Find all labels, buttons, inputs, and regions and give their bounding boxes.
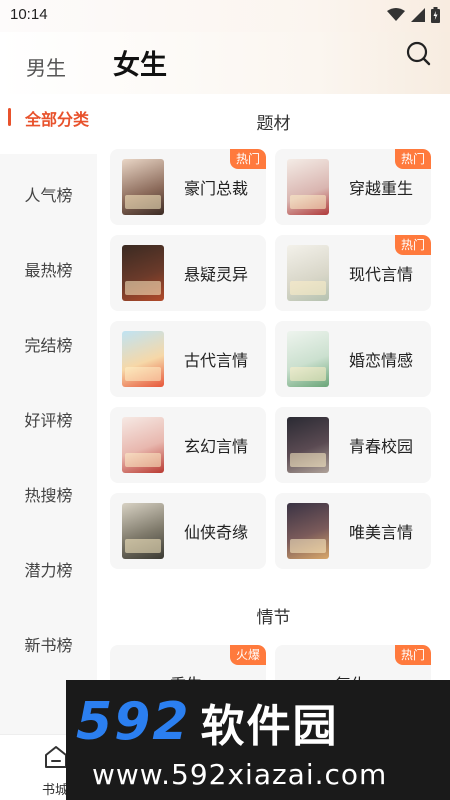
status-time: 10:14 (10, 6, 48, 23)
hot-badge: 火爆 (229, 645, 266, 665)
card-label: 玄幻言情 (184, 437, 249, 456)
book-cover (287, 245, 329, 301)
sidebar-item-completed[interactable]: 完结榜 (0, 332, 97, 356)
book-cover (122, 331, 164, 387)
category-card[interactable]: 唯美言情 (275, 493, 431, 569)
watermark-brand: 软件园 (200, 701, 339, 752)
section-title-plot: 情节 (256, 608, 291, 628)
card-label: 仙侠奇缘 (184, 523, 249, 542)
sidebar-item-rated[interactable]: 好评榜 (0, 407, 97, 431)
book-cover (287, 503, 329, 559)
watermark: 592 软件园 www.592xiazai.com (66, 680, 450, 800)
hot-badge: 热门 (229, 149, 266, 169)
category-card[interactable]: 穿越重生 热门 (275, 149, 431, 225)
watermark-number: 592 (76, 692, 191, 752)
sidebar-item-new[interactable]: 新书榜 (0, 632, 97, 656)
book-cover (122, 159, 164, 215)
sidebar-item-all[interactable]: 全部分类 (25, 106, 89, 130)
section-title-theme: 题材 (256, 114, 291, 134)
status-icons (387, 7, 440, 23)
book-cover (122, 245, 164, 301)
wifi-icon (387, 8, 405, 21)
category-card[interactable]: 青春校园 (275, 407, 431, 483)
category-card[interactable]: 豪门总裁 热门 (110, 149, 266, 225)
sidebar-item-potential[interactable]: 潜力榜 (0, 557, 97, 581)
sidebar-item-popular[interactable]: 人气榜 (0, 182, 97, 206)
category-card[interactable]: 婚恋情感 (275, 321, 431, 397)
sidebar: 全部分类 人气榜 最热榜 完结榜 好评榜 热搜榜 潜力榜 新书榜 (0, 94, 97, 734)
card-label: 古代言情 (184, 351, 249, 370)
card-label: 青春校园 (349, 437, 414, 456)
hot-badge: 热门 (394, 645, 431, 665)
book-cover (287, 331, 329, 387)
nav-label-bookstore[interactable]: 书城 (42, 779, 68, 798)
header: 男生 女生 (0, 32, 450, 94)
sidebar-item-hottest[interactable]: 最热榜 (0, 257, 97, 281)
watermark-url: www.592xiazai.com (92, 758, 388, 791)
book-cover (122, 417, 164, 473)
hot-badge: 热门 (394, 235, 431, 255)
sidebar-item-hot-search[interactable]: 热搜榜 (0, 482, 97, 506)
tab-female[interactable]: 女生 (113, 43, 167, 82)
card-label: 悬疑灵异 (184, 265, 249, 284)
book-cover (287, 159, 329, 215)
tab-male[interactable]: 男生 (26, 52, 66, 81)
hot-badge: 热门 (394, 149, 431, 169)
category-card[interactable]: 现代言情 热门 (275, 235, 431, 311)
category-content: 题材 豪门总裁 热门 穿越重生 热门 悬疑灵异 现代言情 热门 古代言情 婚恋情… (97, 94, 450, 734)
card-label: 穿越重生 (349, 179, 414, 198)
category-card[interactable]: 悬疑灵异 (110, 235, 266, 311)
book-cover (287, 417, 329, 473)
card-label: 婚恋情感 (349, 351, 414, 370)
card-label: 豪门总裁 (184, 179, 249, 198)
card-label: 现代言情 (349, 265, 414, 284)
card-label: 唯美言情 (349, 523, 414, 542)
sidebar-active-indicator (8, 108, 11, 126)
search-icon[interactable] (404, 40, 432, 68)
category-card[interactable]: 玄幻言情 (110, 407, 266, 483)
battery-icon (431, 7, 440, 23)
category-card[interactable]: 古代言情 (110, 321, 266, 397)
book-cover (122, 503, 164, 559)
signal-icon (411, 8, 425, 22)
status-bar: 10:14 (0, 0, 450, 32)
category-card[interactable]: 仙侠奇缘 (110, 493, 266, 569)
